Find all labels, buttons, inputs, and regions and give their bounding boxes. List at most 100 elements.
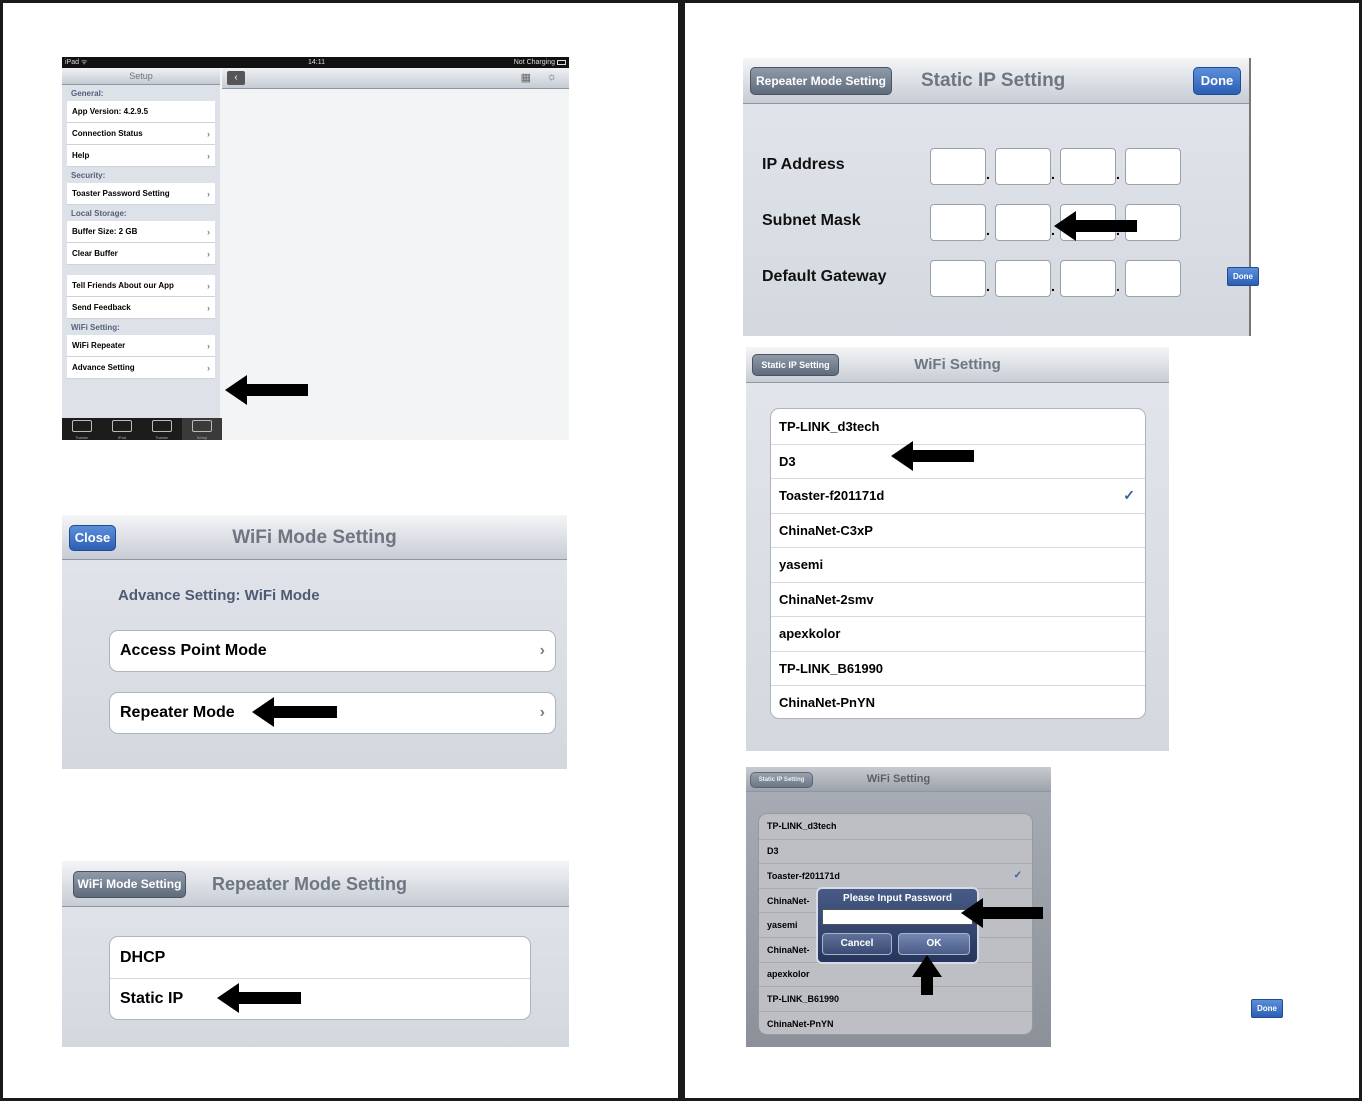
network-row[interactable]: TP-LINK_d3tech <box>759 814 1032 839</box>
network-row[interactable]: TP-LINK_B61990 <box>759 986 1032 1011</box>
sidebar-item-label: WiFi Repeater <box>72 341 126 350</box>
arrow-pointer <box>891 441 974 471</box>
ip-octet-input[interactable] <box>930 148 986 185</box>
row-label: Repeater Mode <box>120 704 235 721</box>
network-row[interactable]: ChinaNet-2smv <box>771 581 1145 617</box>
sidebar-item[interactable]: Buffer Size: 2 GB › <box>67 221 215 243</box>
back-button[interactable]: Repeater Mode Setting <box>750 67 892 95</box>
sidebar-item[interactable]: Tell Friends About our App › <box>67 275 215 297</box>
ok-button[interactable]: OK <box>898 933 970 955</box>
network-name: Toaster-f201171d <box>779 488 885 504</box>
status-bar: iPad ᯤ 14:11 Not Charging <box>62 57 569 68</box>
network-row[interactable]: apexkolor <box>771 616 1145 651</box>
chevron-right-icon: › <box>207 362 210 373</box>
sidebar-item-label: Buffer Size: 2 GB <box>72 227 138 236</box>
repeater-screenshot: Repeater Mode Setting WiFi Mode Setting … <box>62 861 569 1047</box>
grid-icon[interactable]: ▦ <box>521 71 531 84</box>
row-label: DHCP <box>120 948 166 966</box>
network-name: D3 <box>767 846 779 857</box>
network-name: yasemi <box>767 920 798 931</box>
tab-label: Toaster <box>155 435 169 440</box>
sidebar-item-label: Tell Friends About our App <box>72 281 174 290</box>
dhcp-row[interactable]: DHCP <box>110 937 530 978</box>
static-ip-row[interactable]: Static IP <box>110 978 530 1019</box>
network-name: D3 <box>779 453 796 469</box>
tab-bar: Toaster iPad Toaster Setup <box>62 418 222 440</box>
nav-bar: Static IP Setting WiFi Setting <box>746 347 1169 383</box>
network-row[interactable]: ChinaNet-C3xP <box>771 512 1145 548</box>
setup-screenshot: iPad ᯤ 14:11 Not Charging Setup General:… <box>62 57 569 440</box>
arrow-pointer <box>217 983 301 1013</box>
network-name: apexkolor <box>767 969 810 980</box>
ip-octet-input[interactable] <box>930 260 986 297</box>
ip-octet-input[interactable] <box>995 148 1051 185</box>
tab-icon <box>152 420 172 432</box>
sidebar-item[interactable]: Send Feedback › <box>67 297 215 319</box>
ip-octet-input[interactable] <box>1060 148 1116 185</box>
network-name: apexkolor <box>779 626 841 642</box>
status-time: 14:11 <box>308 59 325 66</box>
ip-octet-input[interactable] <box>1060 260 1116 297</box>
tab-icon <box>72 420 92 432</box>
octet-separator: . <box>986 278 990 294</box>
network-name: ChinaNet- <box>767 895 810 906</box>
close-button[interactable]: Close <box>69 525 116 551</box>
left-page: iPad ᯤ 14:11 Not Charging Setup General:… <box>0 0 681 1101</box>
tab-2[interactable]: iPad <box>102 418 142 440</box>
sidebar-item[interactable]: Connection Status › <box>67 123 215 145</box>
chevron-right-icon: › <box>207 188 210 199</box>
cancel-button[interactable]: Cancel <box>822 933 892 955</box>
back-arrow-icon[interactable]: ‹ <box>227 71 245 85</box>
network-row[interactable]: ChinaNet-PnYN <box>771 685 1145 718</box>
section-header: Security: <box>71 171 106 180</box>
field-label: Subnet Mask <box>762 212 861 229</box>
access-point-row[interactable]: Access Point Mode › <box>110 631 555 671</box>
tab-1[interactable]: Toaster <box>62 418 102 440</box>
tab-4[interactable]: Setup <box>182 418 222 440</box>
detail-toolbar: ‹ ▦ ☼ <box>222 68 569 89</box>
nav-bar: WiFi Mode Setting Close <box>62 515 567 560</box>
gear-icon[interactable]: ☼ <box>547 71 557 83</box>
section-subtitle: Advance Setting: WiFi Mode <box>118 587 320 604</box>
page-title: Repeater Mode Setting <box>212 874 408 894</box>
ip-octet-input[interactable] <box>930 204 986 241</box>
sidebar-item[interactable]: WiFi Repeater › <box>67 335 215 357</box>
field-label: Default Gateway <box>762 268 887 285</box>
ip-octet-input[interactable] <box>1125 260 1181 297</box>
network-row[interactable]: yasemi <box>771 547 1145 582</box>
network-row[interactable]: Toaster-f201171d ✓ <box>759 863 1032 888</box>
network-name: Toaster-f201171d <box>767 870 840 881</box>
network-row[interactable]: ChinaNet-PnYN <box>759 1010 1032 1034</box>
tab-3[interactable]: Toaster <box>142 418 182 440</box>
back-button[interactable]: WiFi Mode Setting <box>73 871 186 898</box>
status-right: Not Charging <box>513 59 555 66</box>
row-label: Access Point Mode <box>120 642 267 659</box>
arrow-pointer <box>1054 211 1137 241</box>
network-row[interactable]: Toaster-f201171d ✓ <box>771 478 1145 513</box>
network-row[interactable]: apexkolor <box>759 961 1032 987</box>
arrow-pointer <box>225 375 308 405</box>
sidebar-item[interactable]: Help › <box>67 145 215 167</box>
page-title: Static IP Setting <box>921 70 1066 91</box>
network-name: ChinaNet-PnYN <box>779 695 876 711</box>
network-row[interactable]: TP-LINK_B61990 <box>771 650 1145 686</box>
ip-octet-input[interactable] <box>995 204 1051 241</box>
done-button[interactable]: Done <box>1193 67 1241 95</box>
sidebar-item[interactable]: Clear Buffer › <box>67 243 215 265</box>
done-key-button[interactable]: Done <box>1227 267 1259 286</box>
ip-octet-input[interactable] <box>1125 148 1181 185</box>
network-row[interactable]: D3 <box>759 838 1032 864</box>
ip-octet-input[interactable] <box>995 260 1051 297</box>
page-title: WiFi Mode Setting <box>232 527 397 548</box>
done-key-button[interactable]: Done <box>1251 999 1283 1018</box>
network-name: yasemi <box>779 557 824 573</box>
sidebar-item[interactable]: Toaster Password Setting › <box>67 183 215 205</box>
sidebar-item[interactable]: Advance Setting › <box>67 357 215 379</box>
sidebar-item[interactable]: App Version: 4.2.9.5 <box>67 101 215 123</box>
sidebar-title: Setup <box>62 68 220 85</box>
checkmark-icon: ✓ <box>1013 870 1022 882</box>
password-input[interactable] <box>822 909 973 925</box>
network-row[interactable]: TP-LINK_d3tech <box>771 409 1145 444</box>
page-title: WiFi Setting <box>914 356 1001 373</box>
arrow-pointer-up <box>912 955 942 995</box>
